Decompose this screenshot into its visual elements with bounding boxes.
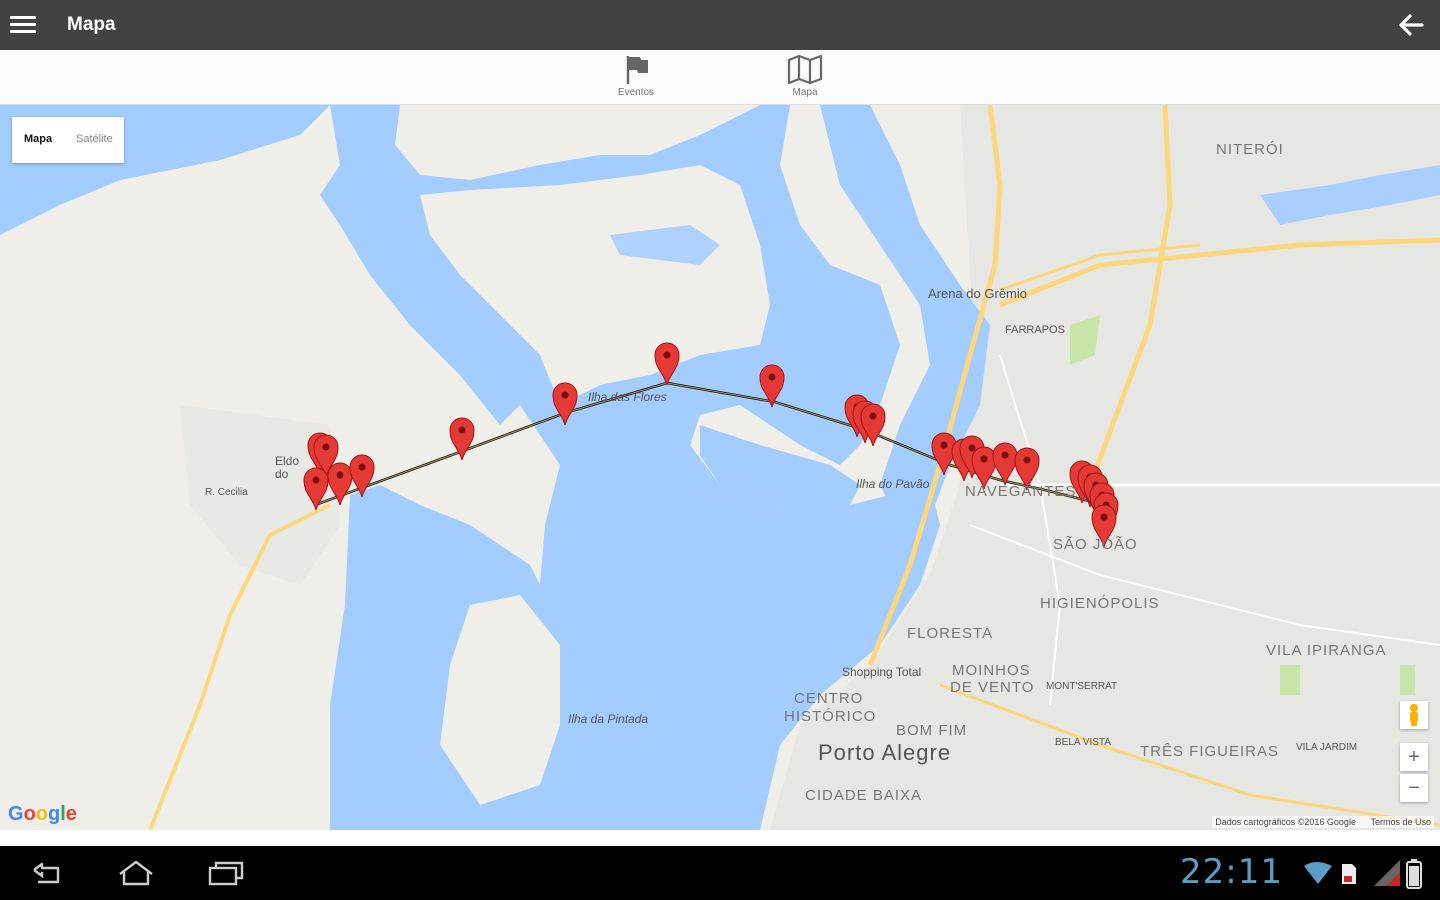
home-nav-icon[interactable] (116, 858, 156, 888)
map-label-ilha-pavao: Ilha do Pavão (856, 477, 930, 491)
back-arrow-icon[interactable] (1396, 10, 1426, 40)
map-marker-dot (663, 351, 671, 359)
street-view-pegman-icon[interactable] (1400, 701, 1428, 729)
map-marker-dot (458, 426, 466, 434)
signal-icon (1374, 860, 1400, 886)
map-marker-dot (1023, 456, 1031, 464)
map-marker-dot (1100, 513, 1108, 521)
map-label-floresta: FLORESTA (907, 625, 994, 642)
wifi-icon (1304, 862, 1332, 884)
map-marker-dot (980, 455, 988, 463)
app-title: Mapa (67, 14, 116, 35)
tab-label: Eventos (617, 87, 655, 98)
map-label-shopping: Shopping Total (842, 665, 922, 679)
map-label-farrapos: FARRAPOS (1005, 324, 1065, 336)
map-label-niteroi: NITERÓI (1216, 141, 1284, 158)
tab-bar: Eventos Mapa (0, 50, 1440, 105)
map-marker-dot (336, 471, 344, 479)
google-logo: Google (8, 803, 77, 825)
bottom-strip (0, 830, 1440, 846)
system-nav-bar: 22:11 (0, 846, 1440, 900)
map-label-ilha-flores: Ilha das Flores (588, 390, 667, 404)
map-icon (787, 54, 823, 85)
map-label-vila-ipiranga: VILA IPIRANGA (1266, 642, 1387, 659)
map-marker-dot (940, 441, 948, 449)
map-label-de-vento: DE VENTO (950, 679, 1035, 696)
map-type-control: Mapa Satélite (12, 117, 124, 163)
map-marker-dot (768, 373, 776, 381)
menu-icon[interactable] (10, 12, 36, 38)
map-marker-dot (968, 444, 976, 452)
map-type-satellite-button[interactable]: Satélite (76, 133, 113, 145)
map-label-sao-joao: SÃO JOÃO (1053, 536, 1138, 553)
map-label-centro: CENTRO (794, 690, 864, 707)
map-label-cidade-baixa: CIDADE BAIXA (805, 787, 923, 804)
tab-label: Mapa (792, 87, 818, 98)
back-nav-icon[interactable] (26, 858, 66, 888)
map-label-vila-jardim: VILA JARDIM (1296, 742, 1358, 753)
app-bar: Mapa (0, 0, 1440, 50)
zoom-out-button[interactable]: − (1400, 774, 1428, 802)
map-label-historico: HISTÓRICO (784, 708, 877, 725)
map-marker-dot (322, 443, 330, 451)
map-marker-dot (869, 412, 877, 420)
sd-card-icon (1342, 864, 1356, 884)
map-label-montserrat: MONT'SERRAT (1046, 681, 1118, 692)
map-label-navegantes: NAVEGANTES (965, 483, 1077, 500)
tab-mapa[interactable]: Mapa (765, 52, 845, 102)
map-type-map-button[interactable]: Mapa (24, 133, 52, 145)
tab-eventos[interactable]: Eventos (596, 52, 676, 102)
map-label-porto-alegre: Porto Alegre (818, 740, 952, 765)
map-attribution: Dados cartográficos ©2016 Google Termos … (1212, 816, 1434, 828)
map-label-moinhos: MOINHOS (952, 662, 1031, 679)
terms-link[interactable]: Termos de Uso (1370, 817, 1431, 827)
map-label-arena: Arena do Grêmio (928, 286, 1027, 301)
map-label-higienopolis: HIGIENÓPOLIS (1040, 595, 1160, 612)
map-marker-dot (312, 476, 320, 484)
zoom-in-button[interactable]: + (1400, 743, 1428, 771)
map-label-eldorado: Eldo do (275, 454, 300, 481)
map-view[interactable]: Mapa Satélite NITERÓI Arena do Grêmio FA… (0, 105, 1440, 830)
map-marker-dot (561, 391, 569, 399)
map-base-layer (0, 105, 1440, 830)
map-label-tres-figueiras: TRÊS FIGUEIRAS (1140, 743, 1280, 760)
map-label-bom-fim: BOM FIM (896, 722, 968, 739)
map-label-ilha-pintada: Ilha da Pintada (568, 712, 649, 726)
status-clock: 22:11 (1180, 852, 1283, 892)
map-label-cecilia: R. Cecilia (205, 487, 248, 498)
attribution-text: Dados cartográficos ©2016 Google (1215, 817, 1356, 827)
recents-nav-icon[interactable] (206, 858, 246, 888)
flag-icon (626, 56, 648, 84)
battery-icon (1406, 859, 1422, 889)
map-label-bela-vista: BELA VISTA (1055, 737, 1111, 748)
map-marker-dot (1001, 451, 1009, 459)
map-marker-dot (358, 463, 366, 471)
